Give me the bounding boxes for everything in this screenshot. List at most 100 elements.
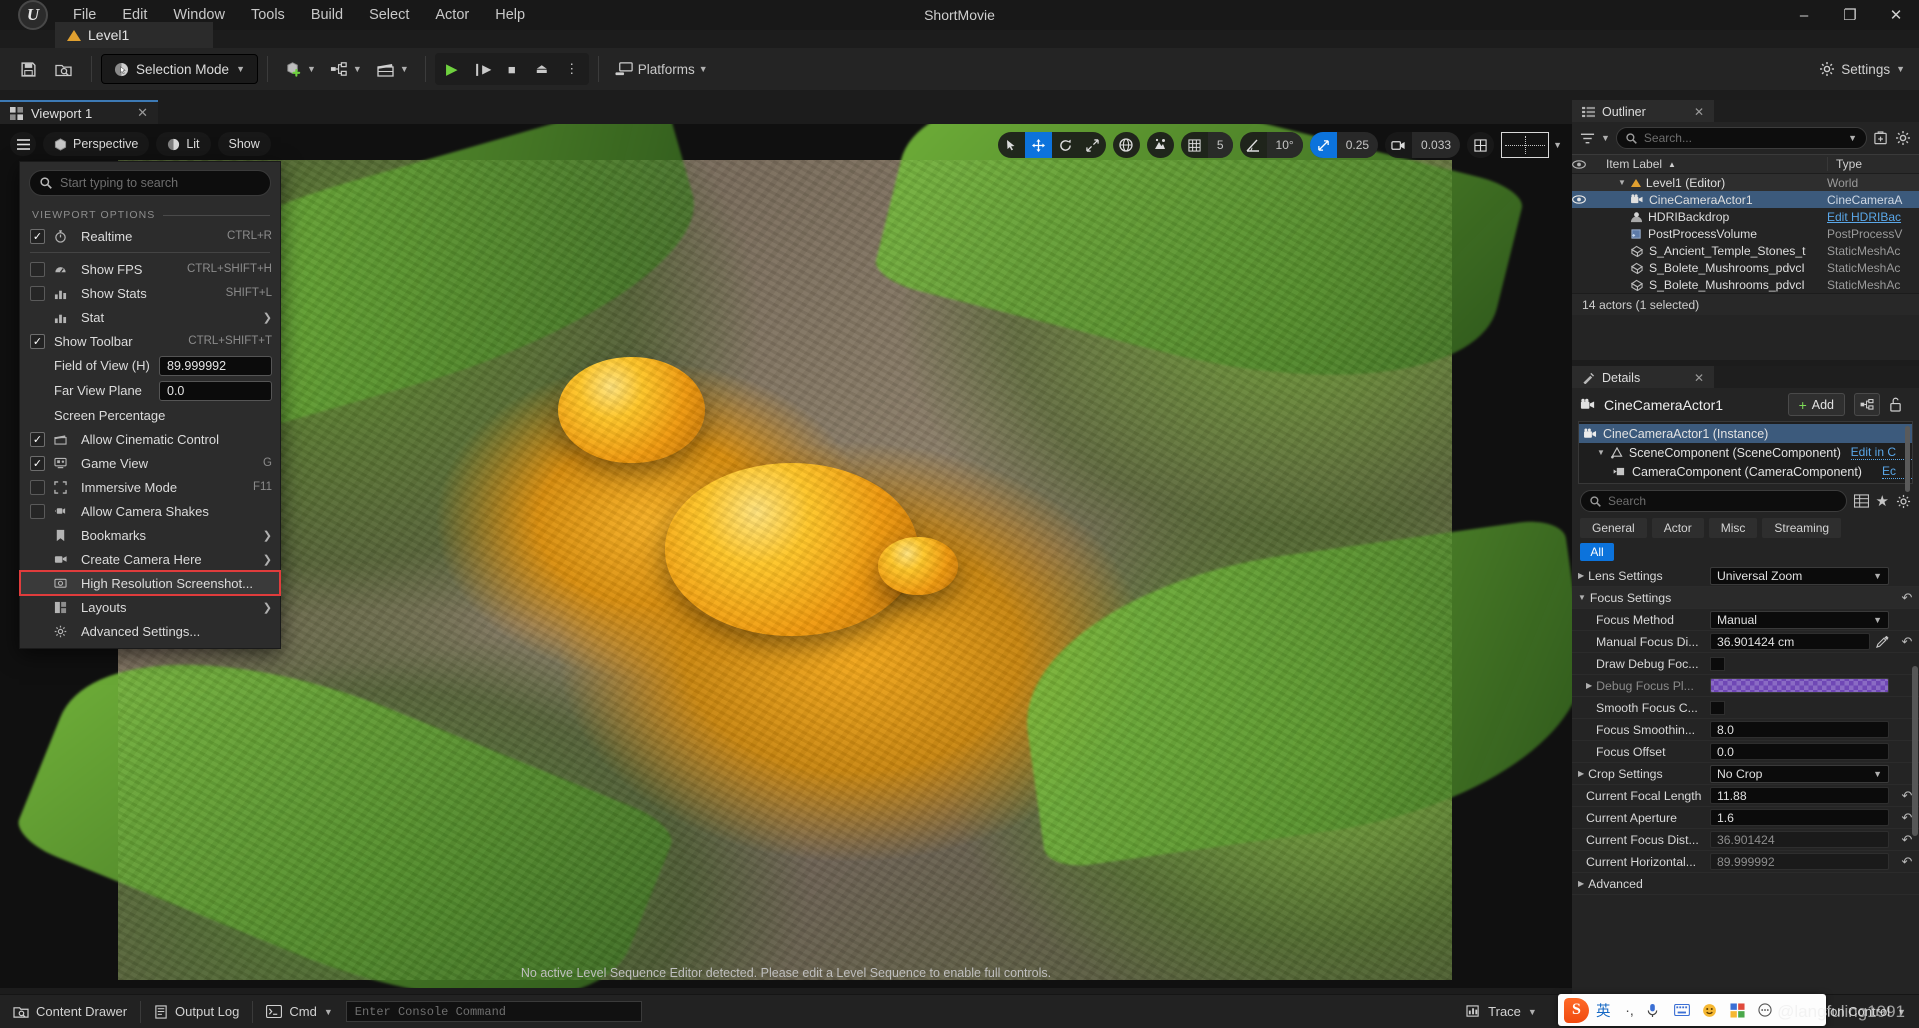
- viewport-options-search-input[interactable]: [60, 176, 260, 190]
- viewport-show-button[interactable]: Show: [217, 132, 271, 156]
- rotate-gizmo-icon[interactable]: [1052, 132, 1079, 158]
- property-smooth-focus-changes[interactable]: Smooth Focus C...: [1572, 697, 1919, 719]
- property-draw-debug-focus-plane[interactable]: Draw Debug Foc...: [1572, 653, 1919, 675]
- filter-icon[interactable]: [1580, 132, 1595, 145]
- checkbox-unchecked[interactable]: [30, 285, 45, 301]
- menu-item-create-camera-here[interactable]: Create Camera Here ❯: [20, 547, 280, 571]
- list-item[interactable]: CameraComponent (CameraComponent) Ec: [1579, 462, 1912, 481]
- camera-speed-value[interactable]: 0.033: [1412, 132, 1461, 158]
- tab-streaming[interactable]: Streaming: [1762, 518, 1842, 538]
- table-row[interactable]: PostProcessVolume PostProcessV: [1572, 225, 1919, 242]
- viewport-options-menu-button[interactable]: [10, 132, 36, 156]
- list-item[interactable]: ▼ SceneComponent (SceneComponent) Edit i…: [1579, 443, 1912, 462]
- expander-right-icon[interactable]: ▶: [1586, 681, 1592, 690]
- angle-snap-icon[interactable]: [1240, 132, 1267, 158]
- current-aperture-input[interactable]: 1.6: [1710, 809, 1889, 826]
- table-row[interactable]: S_Bolete_Mushrooms_pdvcI StaticMeshAc: [1572, 276, 1919, 293]
- menu-item-advanced-settings[interactable]: Advanced Settings...: [20, 619, 280, 643]
- outliner-search-input[interactable]: Search... ▼: [1615, 127, 1867, 149]
- menu-item-screen-percentage[interactable]: Screen Percentage: [20, 403, 280, 427]
- viewport-perspective-button[interactable]: Perspective: [43, 132, 150, 156]
- chevron-down-icon[interactable]: ▼: [1553, 140, 1562, 150]
- close-icon[interactable]: ✕: [1694, 105, 1704, 119]
- expander-right-icon[interactable]: ▶: [1578, 879, 1584, 888]
- close-icon[interactable]: ✕: [137, 105, 148, 121]
- add-component-button[interactable]: + Add: [1787, 393, 1845, 416]
- content-drawer-button[interactable]: Content Drawer: [0, 995, 140, 1028]
- tab-outliner[interactable]: Outliner ✕: [1572, 100, 1714, 122]
- draw-debug-focus-checkbox[interactable]: [1710, 656, 1725, 671]
- edit-in-cpp-link[interactable]: Edit in C: [1850, 445, 1912, 460]
- blueprint-edit-button[interactable]: [1854, 393, 1880, 416]
- debug-focus-plane-color-swatch[interactable]: [1710, 678, 1889, 693]
- menu-tools[interactable]: Tools: [238, 3, 298, 27]
- chevron-down-icon[interactable]: ▼: [1848, 133, 1857, 143]
- world-globe-icon[interactable]: [1113, 132, 1140, 158]
- component-list-scrollbar[interactable]: [1905, 426, 1910, 492]
- expander-down-icon[interactable]: ▼: [1618, 178, 1626, 187]
- viewport-options-search[interactable]: [29, 170, 271, 196]
- emoji-icon[interactable]: [1702, 1003, 1726, 1018]
- camera-speed-icon[interactable]: [1385, 132, 1412, 158]
- table-row[interactable]: HDRIBackdrop Edit HDRIBac: [1572, 208, 1919, 225]
- filter-all-button[interactable]: All: [1580, 543, 1614, 561]
- tab-viewport-1[interactable]: Viewport 1 ✕: [0, 100, 158, 124]
- output-log-button[interactable]: Output Log: [141, 995, 252, 1028]
- maximize-button[interactable]: ❐: [1827, 0, 1873, 30]
- step-button[interactable]: ❙▶: [467, 54, 497, 84]
- reset-button[interactable]: ↶: [1895, 854, 1919, 870]
- table-row[interactable]: CineCameraActor1 CineCameraA: [1572, 191, 1919, 208]
- expander-down-icon[interactable]: ▼: [1597, 448, 1605, 457]
- tab-details[interactable]: Details ✕: [1572, 366, 1714, 388]
- viewport-viewmode-button[interactable]: Lit: [156, 132, 211, 156]
- lens-settings-select[interactable]: Universal Zoom ▼: [1710, 566, 1889, 585]
- property-focus-smoothing[interactable]: Focus Smoothin... 8.0: [1572, 719, 1919, 741]
- ime-tools-icon[interactable]: [1729, 1002, 1754, 1018]
- checkbox-unchecked[interactable]: [30, 503, 45, 519]
- menu-item-allow-camera-shakes[interactable]: Allow Camera Shakes: [20, 499, 280, 523]
- cmd-dropdown[interactable]: Cmd ▼: [253, 995, 345, 1028]
- column-item-label[interactable]: Item Label ▲: [1602, 157, 1827, 171]
- list-item[interactable]: CineCameraActor1 (Instance): [1579, 424, 1912, 443]
- property-manual-focus-distance[interactable]: Manual Focus Di... 36.901424 cm ↶: [1572, 631, 1919, 653]
- checkbox-checked[interactable]: ✓: [30, 333, 45, 349]
- add-folder-icon[interactable]: [1873, 130, 1889, 146]
- far-view-plane-input[interactable]: 0.0: [159, 380, 272, 401]
- field-of-view-input[interactable]: 89.999992: [159, 355, 272, 376]
- property-current-focal-length[interactable]: Current Focal Length 11.88 ↶: [1572, 785, 1919, 807]
- manual-focus-distance-input[interactable]: 36.901424 cm: [1710, 633, 1870, 650]
- menu-item-show-fps[interactable]: Show FPS CTRL+SHIFT+H: [20, 257, 280, 281]
- property-current-aperture[interactable]: Current Aperture 1.6 ↶: [1572, 807, 1919, 829]
- checkbox-checked[interactable]: ✓: [30, 228, 45, 244]
- reset-button[interactable]: ↶: [1895, 634, 1919, 650]
- grid-snap-value[interactable]: 5: [1207, 132, 1233, 158]
- move-gizmo-icon[interactable]: [1024, 132, 1052, 158]
- property-current-horizontal-fov[interactable]: Current Horizontal... 89.999992 ↶: [1572, 851, 1919, 873]
- details-search-input[interactable]: Search: [1580, 490, 1847, 512]
- tab-misc[interactable]: Misc: [1708, 518, 1758, 538]
- ime-mode-label[interactable]: 英: [1593, 1000, 1614, 1021]
- lock-details-icon[interactable]: [1889, 397, 1911, 412]
- platforms-dropdown[interactable]: Platforms ▼: [608, 53, 715, 85]
- blueprints-dropdown[interactable]: ▼: [323, 53, 369, 85]
- scale-gizmo-icon[interactable]: [1079, 132, 1106, 158]
- menu-actor[interactable]: Actor: [422, 3, 482, 27]
- scale-snap-icon[interactable]: [1309, 132, 1337, 158]
- menu-item-high-resolution-screenshot[interactable]: High Resolution Screenshot...: [19, 570, 281, 596]
- menu-item-immersive-mode[interactable]: Immersive Mode F11: [20, 475, 280, 499]
- expander-down-icon[interactable]: ▼: [1578, 593, 1586, 602]
- property-debug-focus-plane-color[interactable]: ▶ Debug Focus Pl...: [1572, 675, 1919, 697]
- property-focus-settings[interactable]: ▼ Focus Settings ↶: [1572, 587, 1919, 609]
- tab-general[interactable]: General: [1580, 518, 1647, 538]
- focus-offset-input[interactable]: 0.0: [1710, 743, 1889, 760]
- trace-dropdown[interactable]: Trace ▼: [1453, 995, 1550, 1028]
- close-button[interactable]: ✕: [1873, 0, 1919, 30]
- menu-item-show-stats[interactable]: Show Stats SHIFT+L: [20, 281, 280, 305]
- gear-icon[interactable]: [1895, 130, 1911, 146]
- column-type[interactable]: Type: [1827, 157, 1919, 171]
- reset-button[interactable]: ↶: [1895, 590, 1919, 606]
- visibility-toggle[interactable]: [1572, 195, 1602, 204]
- gear-icon[interactable]: [1896, 494, 1911, 509]
- focus-method-select[interactable]: Manual ▼: [1710, 610, 1889, 629]
- property-crop-settings[interactable]: ▶ Crop Settings No Crop ▼: [1572, 763, 1919, 785]
